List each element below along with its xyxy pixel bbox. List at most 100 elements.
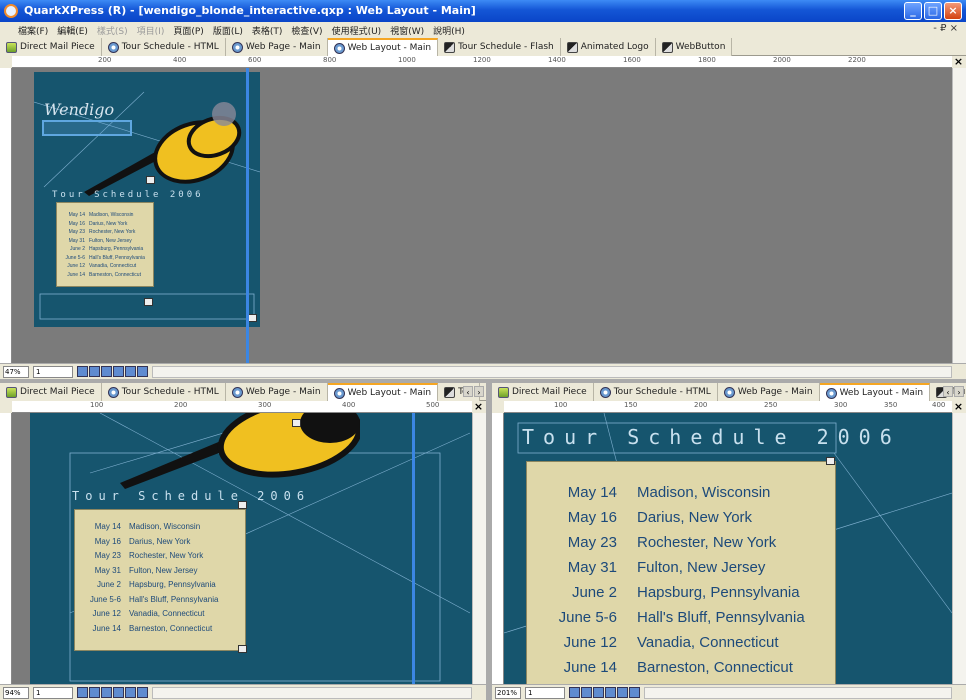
tab-web-layout-main[interactable]: Web Layout - Main <box>327 383 439 401</box>
item-marker-icon[interactable] <box>146 176 155 184</box>
horizontal-scrollbar[interactable] <box>152 365 952 378</box>
tab-direct-mail-piece[interactable]: Direct Mail Piece <box>0 383 102 401</box>
menu-style[interactable]: 樣式(S) <box>97 24 128 37</box>
schedule-date: May 14 <box>68 212 85 218</box>
web-page[interactable]: Wendigo Tour Schedule 2006 May 14 Madison… <box>34 72 260 327</box>
close-pane-icon[interactable]: × <box>472 401 485 413</box>
schedule-date: June 2 <box>96 580 121 589</box>
close-pane-icon[interactable]: × <box>952 56 965 68</box>
schedule-box[interactable]: May 14 Madison, Wisconsin May 16 Darius, N… <box>56 202 154 287</box>
horizontal-ruler[interactable]: 100 150 200 250 300 350 400 <box>504 401 952 413</box>
menu-table[interactable]: 表格(T) <box>252 24 283 37</box>
schedule-date: May 14 <box>94 522 121 531</box>
tab-tour-schedule-html[interactable]: Tour Schedule - HTML <box>101 383 226 401</box>
maximize-button[interactable]: □ <box>924 2 942 20</box>
menu-file[interactable]: 檔案(F) <box>18 24 48 37</box>
tour-schedule-title: Tour Schedule 2006 <box>52 190 204 200</box>
bottom-left-pane: Direct Mail Piece Tour Schedule - HTML W… <box>0 383 486 700</box>
vertical-ruler[interactable] <box>0 413 12 684</box>
web-icon <box>231 386 243 398</box>
minimize-button[interactable]: _ <box>904 2 922 20</box>
vertical-scrollbar[interactable] <box>952 413 966 684</box>
page-nav[interactable] <box>77 366 148 377</box>
item-marker-icon[interactable] <box>144 298 153 306</box>
schedule-box[interactable]: May 14 Madison, Wisconsin May 16 Darius, N… <box>526 461 836 684</box>
schedule-date: June 2 <box>69 246 85 252</box>
flash-icon <box>661 41 673 53</box>
vertical-scrollbar[interactable] <box>952 68 966 363</box>
tab-web-layout-main[interactable]: Web Layout - Main <box>819 383 931 401</box>
tab-direct-mail-piece[interactable]: Direct Mail Piece <box>492 383 594 401</box>
horizontal-ruler[interactable]: 100 200 300 400 500 <box>12 401 472 413</box>
menu-page[interactable]: 頁面(P) <box>173 24 203 37</box>
layout-canvas[interactable]: Tour Schedule 2006 May 14 Madison, Wiscon… <box>504 413 952 684</box>
tab-tour-schedule-html[interactable]: Tour Schedule - HTML <box>101 38 226 56</box>
blue-guide[interactable] <box>412 413 415 684</box>
schedule-place: Hall's Bluff, Pennsylvania <box>89 254 145 261</box>
layout-canvas[interactable]: Wendigo Tour Schedule 2006 May 14 Madison… <box>12 68 952 363</box>
schedule-place: Hapsburg, Pennsylvania <box>89 246 144 252</box>
tab-direct-mail-piece[interactable]: Direct Mail Piece <box>0 38 102 56</box>
horizontal-scrollbar[interactable] <box>152 686 472 699</box>
layout-tabs: Direct Mail Piece Tour Schedule - HTML W… <box>0 38 966 56</box>
close-button[interactable]: × <box>944 2 962 20</box>
menu-help[interactable]: 說明(H) <box>433 24 465 37</box>
page-nav[interactable] <box>569 687 640 698</box>
tab-animated-logo[interactable]: Animated Logo <box>560 38 656 56</box>
title-bar: QuarkXPress (R) - [wendigo_blonde_intera… <box>0 0 966 22</box>
zoom-field[interactable]: 94% <box>3 686 29 699</box>
horizontal-scrollbar[interactable] <box>644 686 952 699</box>
zoom-field[interactable]: 201% <box>495 686 521 699</box>
tab-scroll[interactable]: ‹ › <box>943 386 964 397</box>
layout-canvas[interactable]: Tour Schedule 2006 May 14 Madison, Wiscon… <box>12 413 472 684</box>
mdi-controls[interactable]: - ₽ × <box>933 23 958 34</box>
web-page[interactable]: Tour Schedule 2006 May 14 Madison, Wiscon… <box>504 413 952 684</box>
tab-web-page-main[interactable]: Web Page - Main <box>225 383 328 401</box>
web-icon <box>825 387 837 399</box>
page-field[interactable]: 1 <box>33 365 73 378</box>
ruler-tick: 1200 <box>473 56 491 64</box>
blue-guide[interactable] <box>246 68 249 363</box>
menu-view[interactable]: 檢查(V) <box>291 24 322 37</box>
menu-window[interactable]: 視窗(W) <box>390 24 424 37</box>
tab-scroll[interactable]: ‹ › <box>463 386 484 397</box>
vertical-ruler[interactable] <box>0 68 12 363</box>
tab-tour-schedule-flash[interactable]: Tour Schedule - Flash <box>438 38 561 56</box>
zoom-field[interactable]: 47% <box>3 365 29 378</box>
tab-tour-schedule-html[interactable]: Tour Schedule - HTML <box>593 383 718 401</box>
menu-layout[interactable]: 版面(L) <box>213 24 243 37</box>
schedule-date: June 5-6 <box>89 594 121 604</box>
page-field[interactable]: 1 <box>525 686 565 699</box>
tab-web-page-main[interactable]: Web Page - Main <box>717 383 820 401</box>
item-marker-icon[interactable] <box>238 501 247 509</box>
schedule-place: Vanadia, Connecticut <box>637 634 779 651</box>
guitar-image <box>120 413 360 489</box>
schedule-place: Barneston, Connecticut <box>129 623 213 633</box>
item-marker-icon[interactable] <box>826 457 835 465</box>
tab-webbutton[interactable]: WebButton <box>655 38 733 56</box>
schedule-place: Darius, New York <box>637 509 753 526</box>
web-icon <box>231 41 243 53</box>
item-marker-icon[interactable] <box>238 645 247 653</box>
menu-item[interactable]: 項目(I) <box>137 24 165 37</box>
web-page[interactable]: Tour Schedule 2006 May 14 Madison, Wiscon… <box>30 413 472 684</box>
schedule-box[interactable]: May 14 Madison, Wisconsin May 16 Darius, N… <box>74 509 246 651</box>
vertical-scrollbar[interactable] <box>472 413 486 684</box>
horizontal-ruler[interactable]: 200 400 600 800 1000 1200 1400 1600 1800… <box>12 56 952 68</box>
flash-icon <box>566 41 578 53</box>
page-nav[interactable] <box>77 687 148 698</box>
schedule-date: May 16 <box>567 509 617 526</box>
ruler-tick: 2000 <box>773 56 791 64</box>
tab-web-layout-main[interactable]: Web Layout - Main <box>327 38 439 56</box>
menu-edit[interactable]: 編輯(E) <box>57 24 88 37</box>
page-field[interactable]: 1 <box>33 686 73 699</box>
schedule-place: Hall's Bluff, Pennsylvania <box>129 594 219 604</box>
layout-tabs: Direct Mail Piece Tour Schedule - HTML W… <box>0 383 486 401</box>
item-marker-icon[interactable] <box>292 419 301 427</box>
tab-web-page-main[interactable]: Web Page - Main <box>225 38 328 56</box>
quark-app-icon <box>4 4 18 18</box>
close-pane-icon[interactable]: × <box>952 401 965 413</box>
menu-utilities[interactable]: 使用程式(U) <box>332 24 382 37</box>
vertical-ruler[interactable] <box>492 413 504 684</box>
item-marker-icon[interactable] <box>248 314 257 322</box>
